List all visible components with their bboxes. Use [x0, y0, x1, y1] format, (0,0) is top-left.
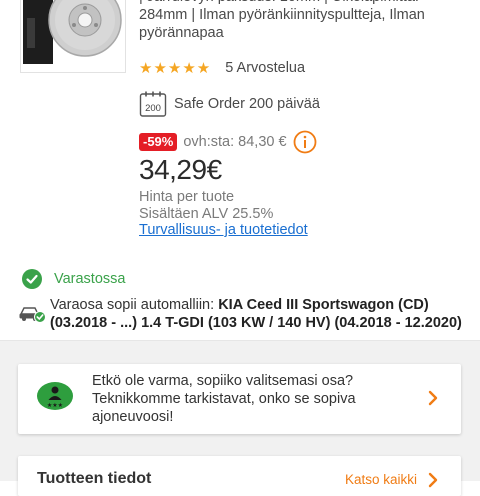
- rating-stars-icon: ★★★★★: [139, 60, 212, 77]
- info-icon[interactable]: [293, 130, 317, 154]
- car-check-icon: [19, 307, 46, 323]
- discount-badge: -59%: [139, 133, 178, 151]
- product-details-title: Tuotteen tiedot: [37, 470, 152, 487]
- vat-note: Sisältäen ALV 25.5%: [139, 206, 274, 222]
- price-comparison: -59% ovh:sta: 84,30 €: [139, 130, 317, 154]
- safe-order: 200 Safe Order 200 päivää: [139, 90, 320, 118]
- safe-order-text: Safe Order 200 päivää: [174, 96, 320, 112]
- rating-count[interactable]: 5 Arvostelua: [225, 60, 305, 76]
- chevron-right-icon[interactable]: [425, 389, 441, 407]
- brake-disc-image: [23, 0, 122, 64]
- price-per-item: Hinta per tuote: [139, 189, 235, 205]
- check-fit-card[interactable]: ★★★ Etkö ole varma, sopiiko valitsemasi …: [18, 364, 461, 434]
- technician-icon: ★★★: [37, 382, 73, 410]
- safe-order-calendar-icon: 200: [139, 91, 167, 117]
- current-price: 34,29€: [139, 154, 222, 185]
- product-image[interactable]: [20, 0, 126, 73]
- stock-text: Varastossa: [54, 271, 126, 287]
- check-fit-text: Etkö ole varma, sopiiko valitsemasi osa?…: [92, 373, 356, 425]
- chevron-right-icon[interactable]: [425, 471, 441, 489]
- product-details-card[interactable]: Tuotteen tiedot Katso kaikki: [18, 456, 461, 496]
- product-description: | Jarrulevyn paksuus: 10mm | Ulkoläpimit…: [139, 0, 425, 41]
- rating[interactable]: ★★★★★ 5 Arvostelua: [139, 59, 305, 77]
- stock-status: Varastossa: [22, 268, 125, 290]
- fitment-text: Varaosa sopii automalliin: KIA Ceed III …: [50, 296, 470, 332]
- svg-text:★★★: ★★★: [47, 402, 63, 409]
- product-panel: | Jarrulevyn paksuus: 10mm | Ulkoläpimit…: [0, 0, 480, 340]
- safety-info-link[interactable]: Turvallisuus- ja tuotetiedot: [139, 222, 308, 238]
- checkmark-icon: [22, 269, 42, 289]
- fitment-prefix: Varaosa sopii automalliin:: [50, 297, 215, 313]
- old-price: ovh:sta: 84,30 €: [183, 134, 287, 150]
- safe-order-icon-label: 200: [145, 103, 161, 114]
